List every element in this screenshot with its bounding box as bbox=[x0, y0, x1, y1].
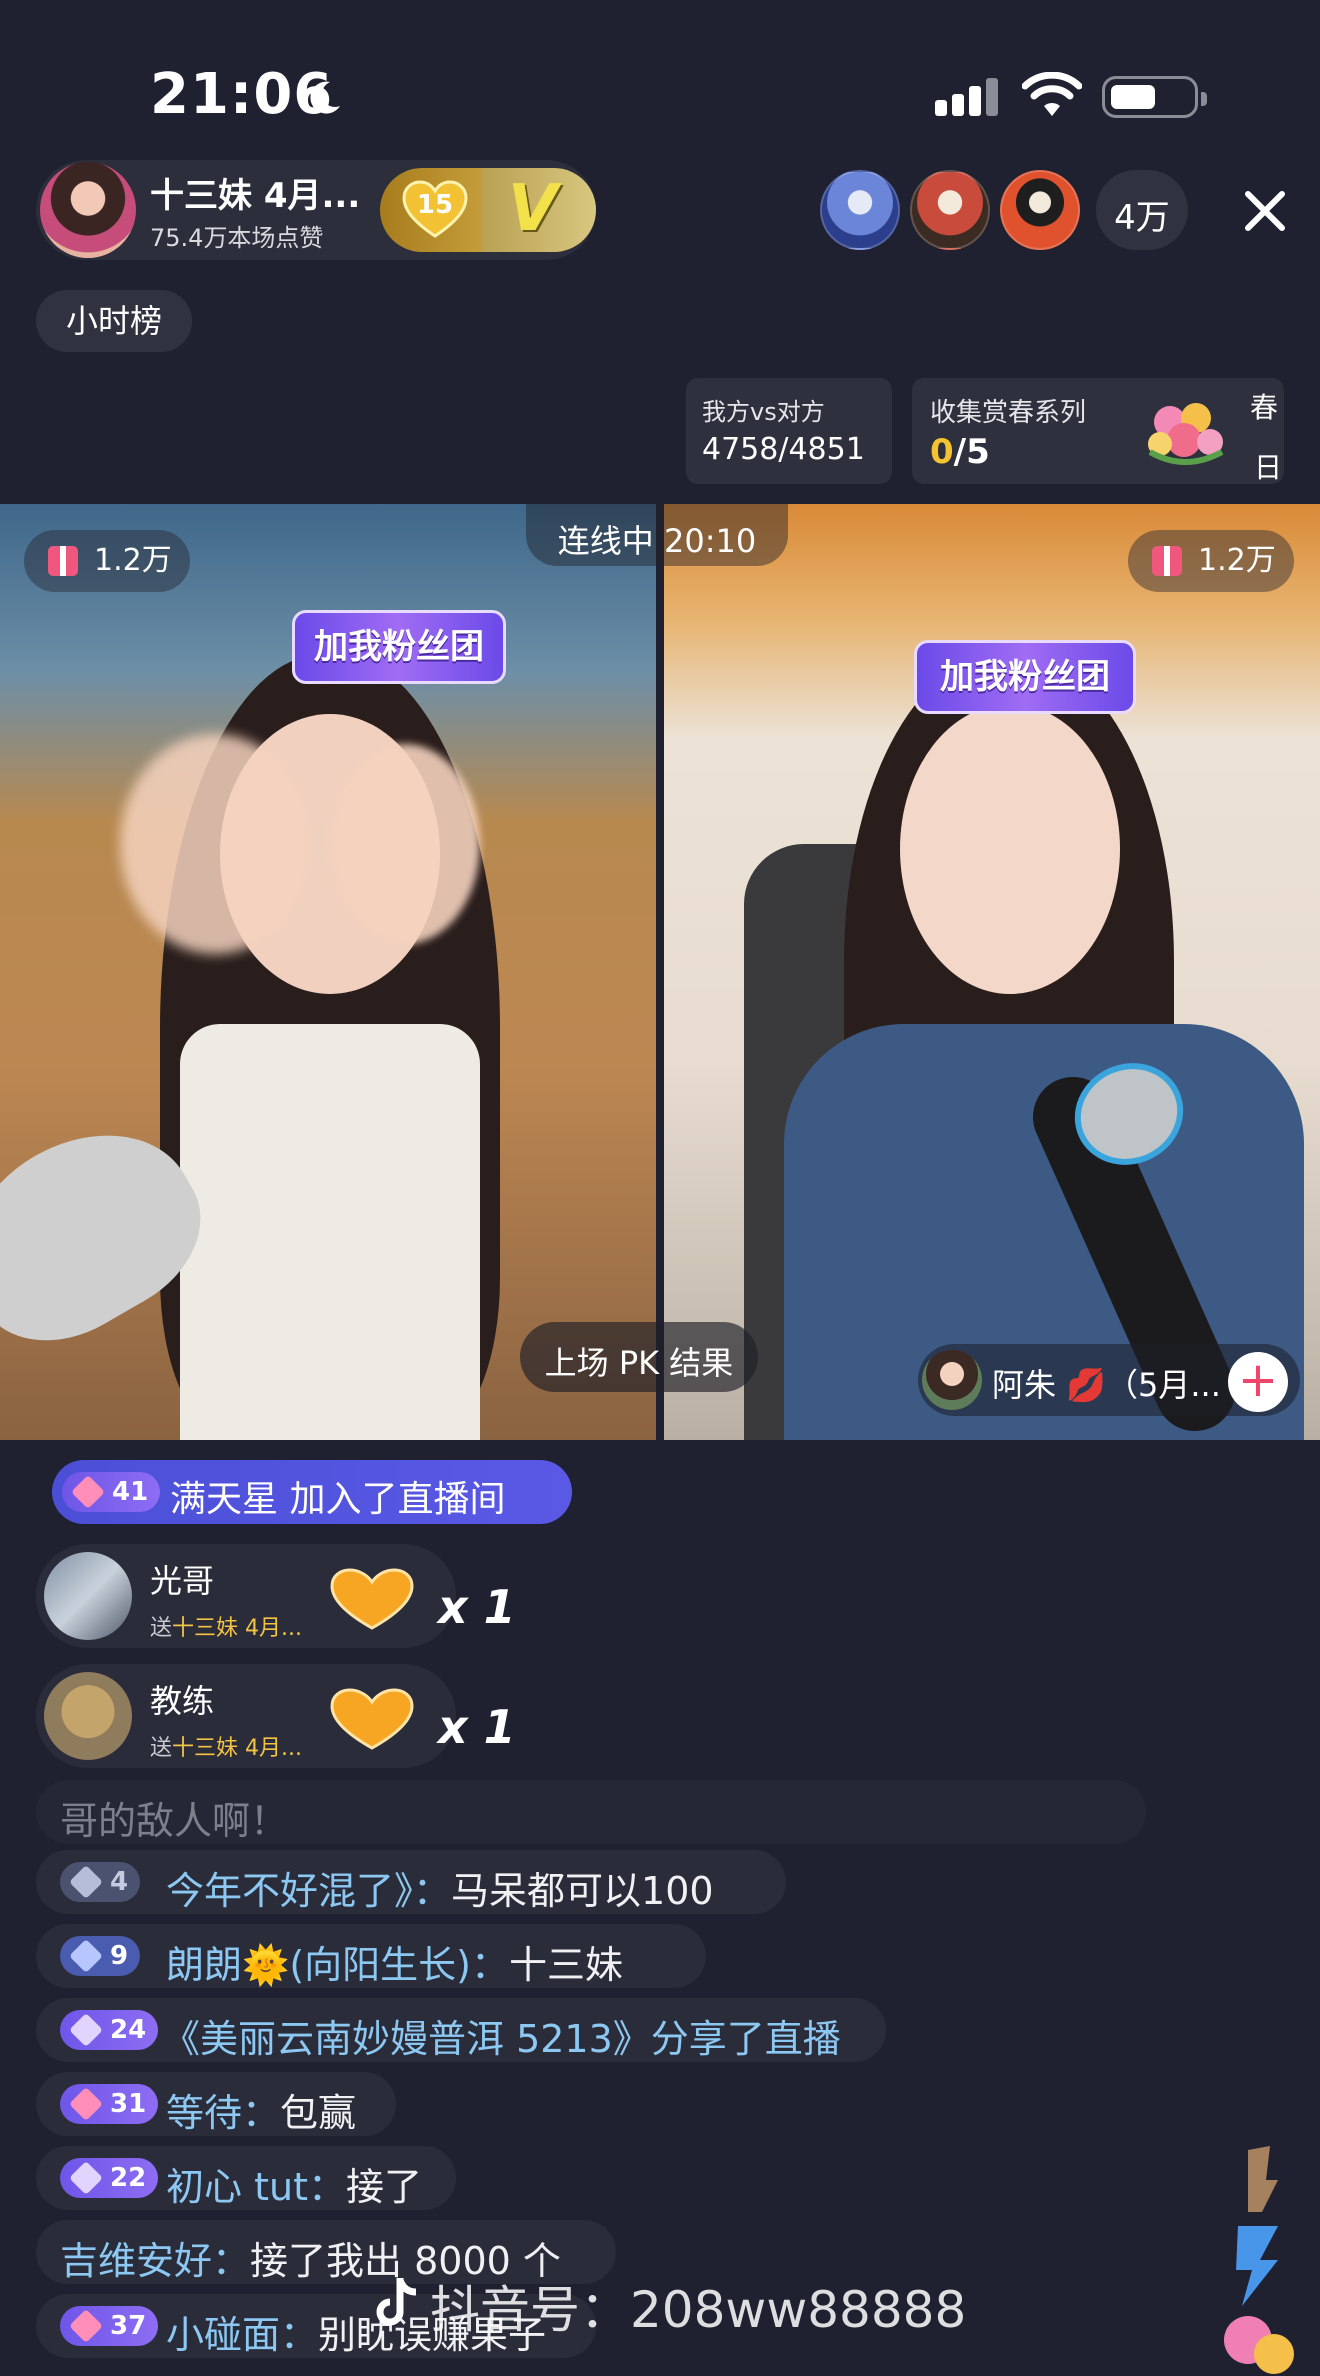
top-viewer-avatar[interactable] bbox=[820, 170, 900, 250]
pk-result-label: 上场 PK 结果 bbox=[544, 1344, 734, 1382]
host-gift-score[interactable]: 1.2万 bbox=[24, 530, 190, 592]
gift-icon bbox=[48, 546, 78, 576]
wifi-icon bbox=[1022, 72, 1082, 116]
pk-score-value: 4758/4851 bbox=[702, 432, 865, 467]
gift-sender-name[interactable]: 教练 bbox=[150, 1676, 214, 1722]
avatar[interactable] bbox=[44, 1672, 132, 1760]
collect-task-title: 收集赏春系列 bbox=[930, 398, 1087, 428]
fan-club-sticker[interactable]: 加我粉丝团 bbox=[914, 640, 1136, 714]
user-level-badge: 22 bbox=[60, 2158, 159, 2198]
gift-count: x 1 bbox=[438, 1580, 516, 1634]
pk-score-label: 我方vs对方 bbox=[702, 398, 825, 426]
host-name[interactable]: 十三妹 4月... bbox=[150, 168, 360, 217]
gift-count: x 1 bbox=[438, 1700, 516, 1754]
gift-sender-name[interactable]: 光哥 bbox=[150, 1556, 214, 1602]
collect-side-label: 春 bbox=[1250, 391, 1279, 424]
reaction-emoji-icon[interactable] bbox=[1208, 2140, 1308, 2376]
chat-message-text: 《美丽云南妙嫚普洱 5213》分享了直播 bbox=[162, 2017, 841, 2061]
join-notice-text: 满天星 加入了直播间 bbox=[170, 1479, 506, 1520]
avatar[interactable] bbox=[44, 1552, 132, 1640]
user-level-badge: 31 bbox=[60, 2084, 159, 2124]
chat-message-text: 朗朗🌞(向阳生长)：十三妹 bbox=[166, 1943, 623, 1987]
close-icon[interactable] bbox=[1234, 180, 1296, 242]
top-viewer-avatar[interactable] bbox=[1000, 170, 1080, 250]
top-viewer-avatar[interactable] bbox=[910, 170, 990, 250]
fan-level: 15 bbox=[416, 190, 454, 220]
user-level-badge: 9 bbox=[60, 1936, 141, 1976]
gift-target: 送十三妹 4月... bbox=[150, 1616, 302, 1641]
host-likes: 75.4万本场点赞 bbox=[150, 224, 324, 252]
heart-gift-icon bbox=[330, 1568, 414, 1630]
user-level-badge: 41 bbox=[62, 1472, 161, 1512]
hour-rank-button[interactable]: 小时榜 bbox=[36, 290, 193, 352]
chat-message-text: 今年不好混了》：马呆都可以100 bbox=[166, 1869, 714, 1913]
user-level-badge: 37 bbox=[60, 2306, 159, 2346]
heart-gift-icon bbox=[330, 1688, 414, 1750]
fan-club-sticker[interactable]: 加我粉丝团 bbox=[292, 610, 506, 684]
gift-icon bbox=[1152, 546, 1182, 576]
viewer-count: 4万 bbox=[1114, 198, 1170, 238]
gift-target: 送十三妹 4月... bbox=[150, 1736, 302, 1761]
flower-bouquet-icon bbox=[1148, 403, 1224, 465]
user-level-badge: 24 bbox=[60, 2010, 159, 2050]
moon-icon bbox=[310, 81, 340, 114]
link-timer: 连线中 20:10 bbox=[557, 522, 757, 560]
cellular-signal-icon bbox=[935, 78, 998, 116]
collect-side-label: 日 bbox=[1254, 451, 1283, 484]
collect-task-progress: 0/5 bbox=[930, 432, 990, 472]
user-level-badge: 4 bbox=[60, 1862, 141, 1902]
douyin-id-watermark: 抖音号：208ww88888 bbox=[430, 2281, 967, 2339]
host-avatar[interactable] bbox=[40, 162, 136, 258]
vip-letter: V bbox=[508, 172, 558, 246]
opponent-gift-score[interactable]: 1.2万 bbox=[1128, 530, 1294, 592]
follow-plus-button[interactable]: + bbox=[1228, 1352, 1288, 1412]
chat-message-text: 等待：包赢 bbox=[166, 2091, 357, 2135]
opponent-avatar[interactable] bbox=[922, 1350, 982, 1410]
chat-message-text: 初心 tut：接了 bbox=[166, 2165, 422, 2209]
chat-message-text: 哥的敌人啊！ bbox=[60, 1799, 289, 1843]
battery-icon bbox=[1102, 76, 1207, 118]
opponent-name[interactable]: 阿朱 💋（5月... bbox=[992, 1360, 1221, 1406]
